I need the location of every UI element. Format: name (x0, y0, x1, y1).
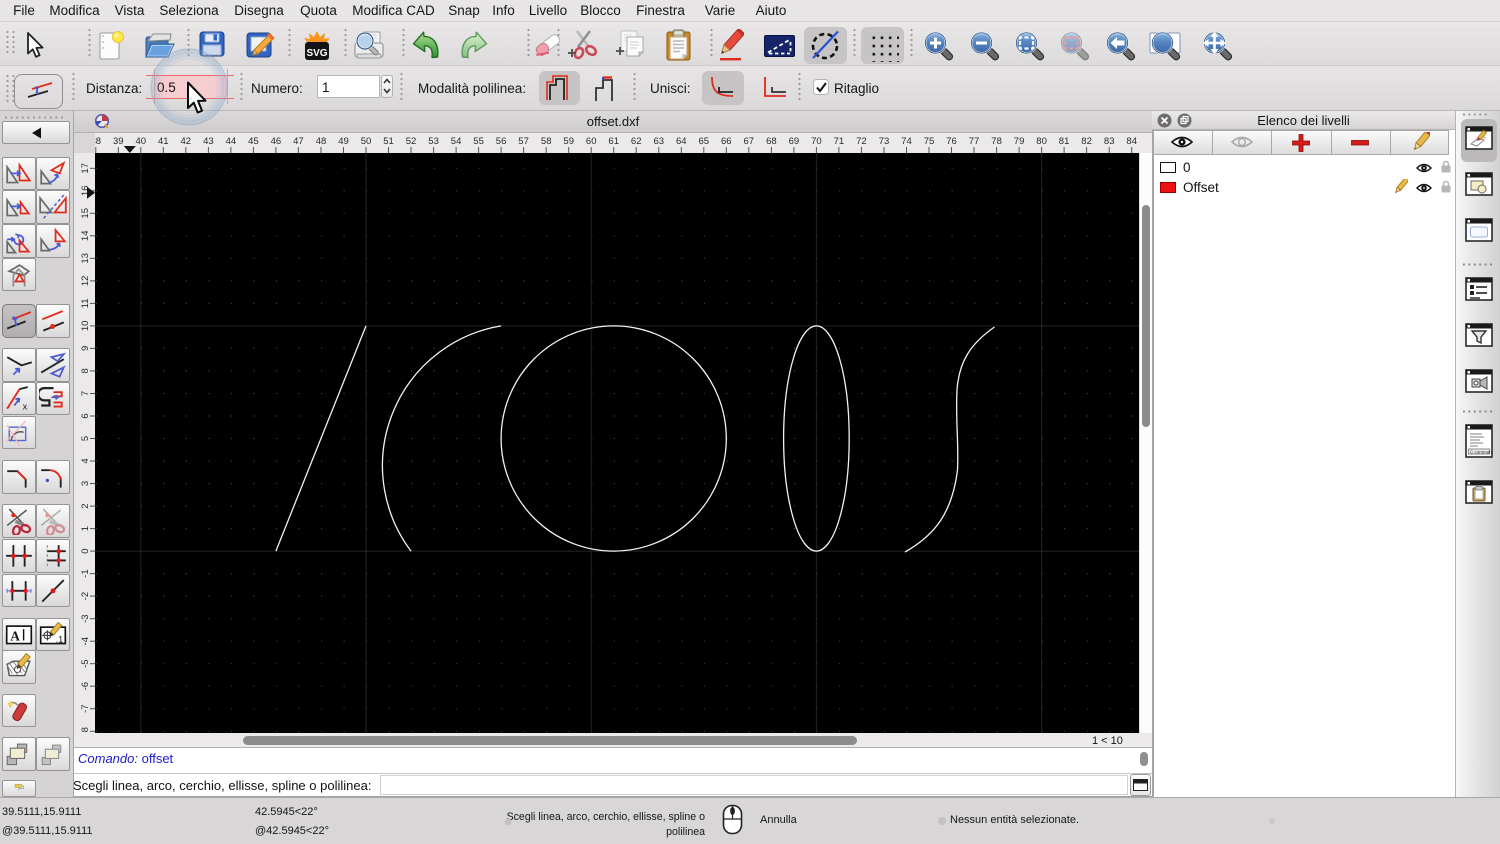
svg-text:-5: -5 (80, 659, 91, 667)
svg-text:71: 71 (834, 136, 845, 147)
svg-text:84: 84 (1126, 136, 1137, 147)
svg-text:44: 44 (226, 136, 237, 147)
svg-text:61: 61 (608, 136, 619, 147)
svg-text:73: 73 (879, 136, 890, 147)
svg-text:53: 53 (428, 136, 439, 147)
svg-text:75: 75 (924, 136, 935, 147)
svg-text:-4: -4 (80, 637, 91, 645)
svg-text:39: 39 (113, 136, 124, 147)
svg-text:15: 15 (80, 208, 91, 219)
svg-text:70: 70 (811, 136, 822, 147)
svg-text:78: 78 (991, 136, 1002, 147)
svg-text:69: 69 (789, 136, 800, 147)
svg-text:SVG: SVG (306, 48, 327, 59)
svg-text:6: 6 (80, 413, 91, 418)
svg-text:83: 83 (1104, 136, 1115, 147)
svg-text:57: 57 (518, 136, 529, 147)
svg-text:10: 10 (80, 321, 91, 332)
svg-text:2: 2 (80, 503, 91, 508)
svg-text:11: 11 (80, 298, 91, 308)
svg-text:59: 59 (563, 136, 574, 147)
svg-text:60: 60 (586, 136, 597, 147)
svg-text:76: 76 (946, 136, 957, 147)
svg-text:64: 64 (676, 136, 687, 147)
svg-text:7: 7 (80, 391, 91, 396)
svg-text:9: 9 (80, 346, 91, 351)
svg-text:51: 51 (383, 136, 394, 147)
svg-text:50: 50 (361, 136, 372, 147)
svg-text:74: 74 (901, 136, 912, 147)
svg-text:82: 82 (1081, 136, 1092, 147)
svg-text:46: 46 (271, 136, 282, 147)
svg-text:63: 63 (654, 136, 665, 147)
svg-text:A: A (10, 628, 20, 643)
svg-text:x: x (23, 401, 28, 411)
svg-text:66: 66 (721, 136, 732, 147)
svg-text:55: 55 (473, 136, 484, 147)
svg-text:17: 17 (80, 163, 91, 174)
svg-text:56: 56 (496, 136, 507, 147)
svg-text:42: 42 (181, 136, 192, 147)
svg-text:41: 41 (158, 136, 169, 147)
svg-text:52: 52 (406, 136, 417, 147)
svg-text:C command: C command (1470, 449, 1493, 454)
svg-text:-3: -3 (80, 614, 91, 622)
svg-text:4: 4 (80, 458, 91, 463)
svg-text:-2: -2 (80, 592, 91, 600)
svg-text:77: 77 (969, 136, 980, 147)
svg-text:38: 38 (95, 136, 101, 147)
svg-text:62: 62 (631, 136, 642, 147)
svg-text:68: 68 (766, 136, 777, 147)
svg-text:81: 81 (1059, 136, 1070, 147)
svg-text:58: 58 (541, 136, 552, 147)
svg-text:-7: -7 (80, 704, 91, 712)
svg-text:48: 48 (316, 136, 327, 147)
svg-text:.1: .1 (56, 634, 64, 644)
svg-text:67: 67 (744, 136, 755, 147)
svg-text:12: 12 (80, 276, 91, 287)
svg-text:49: 49 (338, 136, 349, 147)
svg-text:43: 43 (203, 136, 214, 147)
svg-text:47: 47 (293, 136, 304, 147)
svg-text:45: 45 (248, 136, 259, 147)
svg-text:80: 80 (1036, 136, 1047, 147)
svg-text:8: 8 (80, 368, 91, 373)
svg-text:13: 13 (80, 253, 91, 264)
svg-text:-6: -6 (80, 682, 91, 690)
svg-text:72: 72 (856, 136, 867, 147)
svg-text:54: 54 (451, 136, 462, 147)
svg-text:0: 0 (80, 548, 91, 553)
svg-text:-1: -1 (80, 569, 91, 577)
svg-text:3: 3 (80, 481, 91, 486)
svg-text:5: 5 (80, 436, 91, 441)
svg-text:40: 40 (136, 136, 147, 147)
svg-text:79: 79 (1014, 136, 1025, 147)
svg-text:65: 65 (699, 136, 710, 147)
svg-text:14: 14 (80, 231, 91, 242)
svg-text:1: 1 (80, 526, 91, 531)
